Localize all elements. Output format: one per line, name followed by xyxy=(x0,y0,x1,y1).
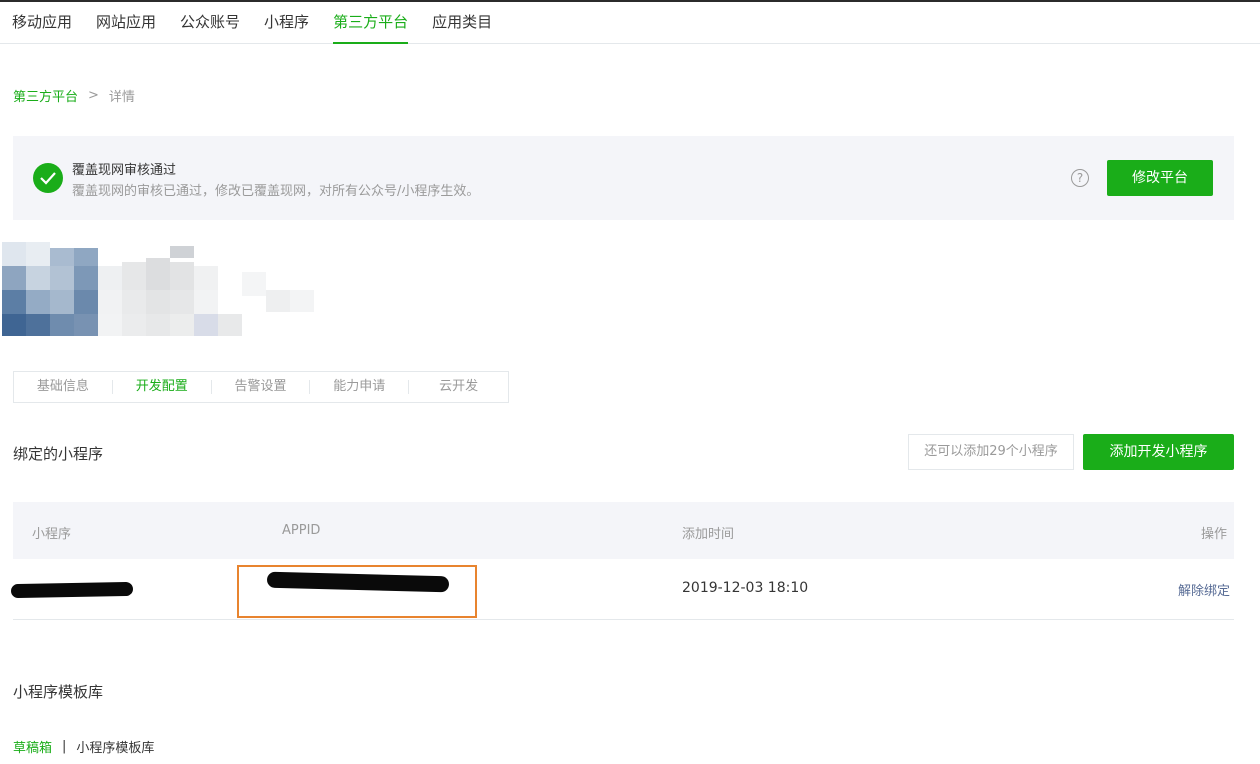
review-status-panel: 覆盖现网审核通过 覆盖现网的审核已通过，修改已覆盖现网，对所有公众号/小程序生效… xyxy=(13,136,1234,220)
success-check-icon xyxy=(33,163,63,193)
bound-mini-programs-title: 绑定的小程序 xyxy=(13,445,104,463)
nav-mobile-apps[interactable]: 移动应用 xyxy=(12,2,72,44)
column-header-appid: APPID xyxy=(282,523,321,538)
table-row: 2019-12-03 18:10 解除绑定 xyxy=(10,559,1234,620)
template-library-title: 小程序模板库 xyxy=(13,683,104,701)
breadcrumb: 第三方平台 > 详情 xyxy=(13,86,135,105)
tab-drafts[interactable]: 草稿箱 xyxy=(13,737,52,756)
help-icon[interactable]: ? xyxy=(1071,169,1089,187)
nav-third-party-platform[interactable]: 第三方平台 xyxy=(333,2,409,44)
column-header-action: 操作 xyxy=(1200,527,1227,542)
template-library-tabs: 草稿箱 | 小程序模板库 xyxy=(13,737,154,756)
tab-alert-settings[interactable]: 告警设置 xyxy=(212,380,311,394)
nav-app-categories[interactable]: 应用类目 xyxy=(432,2,492,44)
table-header: 小程序 APPID 添加时间 操作 xyxy=(13,502,1234,559)
add-dev-mini-program-button[interactable]: 添加开发小程序 xyxy=(1083,434,1234,470)
nav-mini-programs[interactable]: 小程序 xyxy=(264,2,309,44)
tab-capability-apply[interactable]: 能力申请 xyxy=(310,380,410,394)
redacted-name-mark xyxy=(10,581,134,599)
detail-subtabs: 基础信息 开发配置 告警设置 能力申请 云开发 xyxy=(13,371,509,403)
remaining-quota-hint: 还可以添加29个小程序 xyxy=(908,434,1074,470)
edit-platform-button[interactable]: 修改平台 xyxy=(1107,160,1213,196)
breadcrumb-separator-icon: > xyxy=(88,88,99,103)
tab-cloud-dev[interactable]: 云开发 xyxy=(409,380,508,394)
column-header-name: 小程序 xyxy=(32,527,72,542)
bound-mini-programs-table: 小程序 APPID 添加时间 操作 2019-12-03 18:10 解除绑定 xyxy=(10,502,1234,620)
nav-website-apps[interactable]: 网站应用 xyxy=(96,2,156,44)
tab-divider: | xyxy=(62,739,67,754)
status-description: 覆盖现网的审核已通过，修改已覆盖现网，对所有公众号/小程序生效。 xyxy=(72,184,480,199)
row-add-time: 2019-12-03 18:10 xyxy=(682,580,809,596)
top-navigation-bar: 移动应用 网站应用 公众账号 小程序 第三方平台 应用类目 xyxy=(0,0,1260,44)
breadcrumb-root-link[interactable]: 第三方平台 xyxy=(13,86,78,105)
top-nav: 移动应用 网站应用 公众账号 小程序 第三方平台 应用类目 xyxy=(12,2,516,44)
tab-dev-config[interactable]: 开发配置 xyxy=(113,380,212,394)
platform-info-redacted-mosaic xyxy=(2,242,322,342)
unbind-link[interactable]: 解除绑定 xyxy=(1178,580,1230,599)
status-title: 覆盖现网审核通过 xyxy=(72,163,177,178)
column-header-time: 添加时间 xyxy=(682,527,735,542)
tab-basic-info[interactable]: 基础信息 xyxy=(14,380,113,394)
breadcrumb-current: 详情 xyxy=(108,90,135,105)
tab-template-library[interactable]: 小程序模板库 xyxy=(76,737,154,756)
nav-official-accounts[interactable]: 公众账号 xyxy=(180,2,240,44)
